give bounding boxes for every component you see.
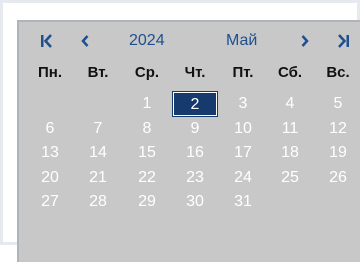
day-cell[interactable]: 23 [173, 166, 217, 190]
weekday-label: Пт. [232, 64, 254, 81]
calendar-header: 2024 Май [19, 22, 360, 62]
weekday-label: Пн. [37, 64, 62, 81]
double-chevron-left-icon [41, 34, 52, 48]
day-cell[interactable]: 22 [125, 166, 169, 190]
day-cell[interactable]: 25 [268, 166, 312, 190]
day-cell[interactable]: 21 [76, 166, 120, 190]
day-cell[interactable]: 10 [221, 117, 265, 141]
weekday-label: Вс. [326, 64, 350, 81]
weekday-label: Ср. [134, 64, 160, 81]
day-cell[interactable]: 28 [76, 190, 120, 214]
day-cell[interactable]: 3 [221, 92, 265, 116]
weekday-label: Чт. [184, 64, 206, 81]
day-cell[interactable]: 9 [173, 117, 217, 141]
day-cell[interactable]: 12 [316, 117, 360, 141]
day-cell[interactable]: 18 [268, 141, 312, 165]
day-cell[interactable]: 7 [76, 117, 120, 141]
day-cell-selected[interactable]: 2 [172, 91, 218, 117]
day-cell[interactable]: 1 [125, 92, 169, 116]
day-cell[interactable]: 16 [173, 141, 217, 165]
day-cell[interactable]: 17 [221, 141, 265, 165]
day-cell[interactable]: 19 [316, 141, 360, 165]
double-chevron-right-icon [338, 34, 349, 48]
weekday-header-row: Пн. Вт. Ср. Чт. Пт. Сб. Вс. [19, 64, 360, 88]
weekday-label: Вт. [87, 64, 109, 81]
date-picker: 2024 Май Пн. Вт. Ср. Чт. Пт. Сб. Вс. 1 2… [17, 20, 360, 262]
chevron-left-icon [81, 35, 89, 47]
day-cell[interactable]: 26 [316, 166, 360, 190]
window-frame: 2024 Май Пн. Вт. Ср. Чт. Пт. Сб. Вс. 1 2… [0, 0, 360, 262]
day-cell[interactable]: 27 [28, 190, 72, 214]
day-cell[interactable]: 13 [28, 141, 72, 165]
month-selector[interactable]: Май [226, 32, 257, 50]
weekday-label: Сб. [277, 64, 303, 81]
day-grid: 1 2 3 4 5 6 7 8 9 10 11 12 13 14 15 16 17 18 19 20 21 22 23 24 2… [19, 91, 360, 232]
last-month-button[interactable] [333, 30, 353, 52]
day-cell[interactable]: 31 [221, 190, 265, 214]
next-month-button[interactable] [295, 30, 315, 52]
day-cell[interactable]: 5 [316, 92, 360, 116]
day-cell[interactable]: 6 [28, 117, 72, 141]
day-cell[interactable]: 14 [76, 141, 120, 165]
day-cell[interactable]: 30 [173, 190, 217, 214]
day-cell[interactable]: 11 [268, 117, 312, 141]
day-cell[interactable]: 8 [125, 117, 169, 141]
first-month-button[interactable] [37, 30, 57, 52]
chevron-right-icon [301, 35, 309, 47]
year-selector[interactable]: 2024 [129, 32, 165, 50]
day-cell[interactable]: 15 [125, 141, 169, 165]
day-cell[interactable]: 20 [28, 166, 72, 190]
day-cell[interactable]: 29 [125, 190, 169, 214]
day-cell[interactable]: 24 [221, 166, 265, 190]
prev-month-button[interactable] [75, 30, 95, 52]
day-cell[interactable]: 4 [268, 92, 312, 116]
